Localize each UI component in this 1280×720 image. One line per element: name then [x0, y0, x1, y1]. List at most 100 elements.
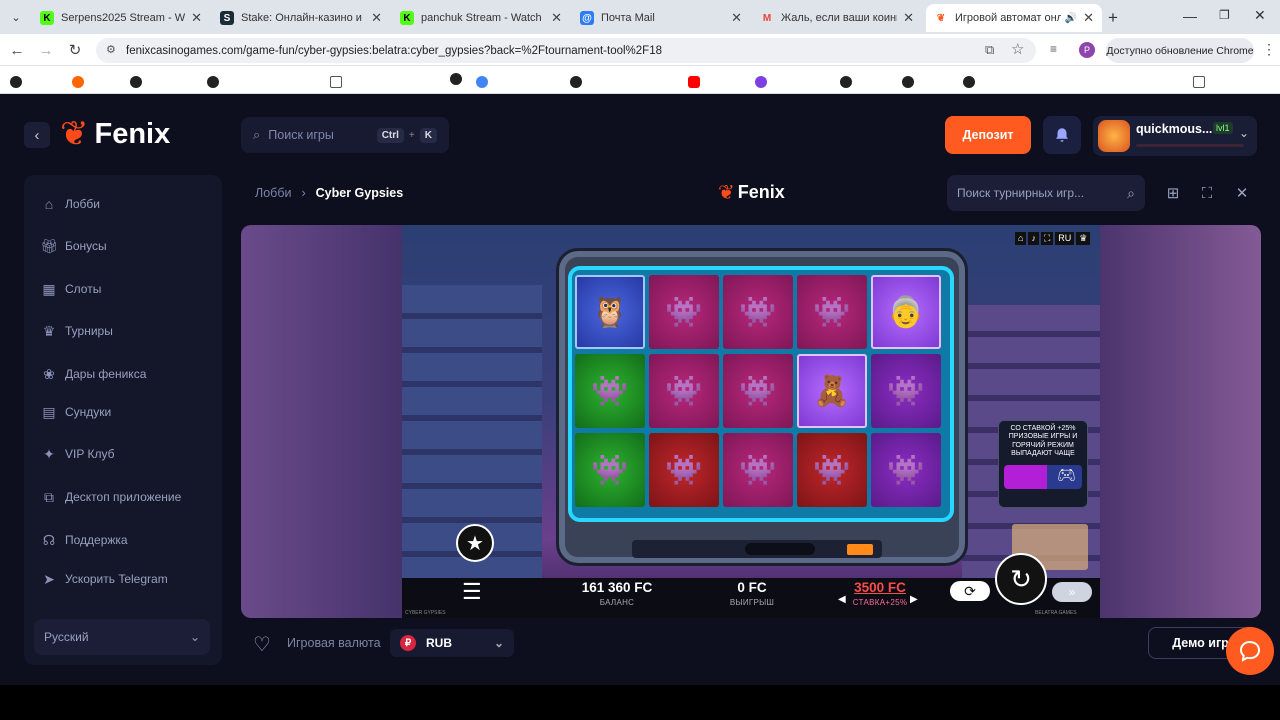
profile-avatar[interactable]: P: [1079, 42, 1095, 58]
fullscreen-icon[interactable]: ⛶: [1040, 232, 1054, 245]
symbol-owl: 🦉: [575, 275, 645, 349]
close-icon[interactable]: ✕: [1226, 179, 1258, 207]
game-search-input[interactable]: ⌕ Поиск игры Ctrl + K: [241, 117, 449, 153]
indicator-lights: [745, 543, 815, 555]
autoplay-button[interactable]: ⟳: [950, 581, 990, 601]
close-icon[interactable]: ✕: [551, 10, 562, 26]
grid-view-icon[interactable]: ⊞: [1157, 179, 1189, 207]
site-icon: [450, 73, 462, 85]
fenix-icon: ❦: [936, 12, 946, 24]
forward-icon[interactable]: →: [36, 40, 56, 60]
chrome-update-button[interactable]: Доступно обновление Chrome: [1106, 38, 1254, 63]
bookmark-item[interactable]: Яндекс: [840, 73, 911, 91]
chevron-down-icon: ⌄: [493, 636, 504, 650]
collapse-sidebar-button[interactable]: ‹: [24, 122, 50, 148]
sidebar-item-slots[interactable]: ▦ Слоты: [40, 278, 101, 300]
sound-icon[interactable]: 🔊: [1065, 13, 1077, 24]
sound-icon[interactable]: ♪: [1028, 232, 1039, 245]
close-icon[interactable]: ✕: [1083, 10, 1094, 26]
browser-tab[interactable]: @ Почта Mail ✕: [572, 4, 750, 32]
close-icon[interactable]: ✕: [191, 10, 202, 26]
language-select[interactable]: Русский ⌄: [34, 619, 210, 655]
currency-select[interactable]: ₽ RUB ⌄: [390, 629, 514, 657]
deposit-button[interactable]: Депозит: [945, 116, 1031, 154]
new-tab-button[interactable]: +: [1108, 8, 1118, 28]
center-fenix-logo: ❦ Fenix: [718, 180, 785, 205]
sidebar-item-bonuses[interactable]: 🎁︎ Бонусы: [40, 235, 107, 257]
bookmark-star-icon[interactable]: ☆: [1011, 40, 1024, 58]
browser-tab[interactable]: K panchuk Stream - Watch Live ✕: [392, 4, 570, 32]
reload-icon[interactable]: ↻: [65, 40, 85, 60]
menu-icon[interactable]: ☰: [462, 581, 482, 603]
kick-icon: K: [40, 11, 54, 25]
chrome-menu-icon[interactable]: ⋮: [1262, 41, 1276, 58]
site-info-icon[interactable]: ⚙: [106, 43, 116, 56]
username: quickmous...: [1136, 122, 1213, 136]
turbo-button[interactable]: »: [1052, 582, 1092, 602]
win-label: ВЫИГРЫШ: [729, 598, 775, 607]
tab-title: Жаль, если ваши коины: [781, 12, 898, 24]
back-icon[interactable]: ←: [7, 40, 27, 60]
sidebar-item-tournaments[interactable]: ♛ Турниры: [40, 320, 113, 342]
breadcrumb-lobby[interactable]: Лобби: [255, 186, 291, 200]
restore-button[interactable]: ❐: [1219, 8, 1230, 22]
browser-tab[interactable]: K Serpens2025 Stream - Watch ✕: [32, 4, 210, 32]
spin-button[interactable]: ↻: [995, 553, 1047, 605]
bookmark-item[interactable]: Почта: [72, 73, 133, 91]
media-controls-icon[interactable]: ≡: [1050, 42, 1057, 56]
browser-tab-active[interactable]: ❦ Игровой автомат онла 🔊 ✕: [926, 4, 1102, 32]
breadcrumb-current: Cyber Gypsies: [315, 186, 404, 200]
symbol-alien-orange: 👾: [649, 433, 719, 507]
notifications-button[interactable]: [1043, 116, 1081, 154]
bet-increase-button[interactable]: ▶: [910, 594, 918, 605]
avatar: [1098, 120, 1130, 152]
bet-boost-promo[interactable]: СО СТАВКОЙ +25% ПРИЗОВЫЕ ИГРЫ И ГОРЯЧИЙ …: [998, 420, 1088, 508]
sidebar-item-support[interactable]: ☊ Поддержка: [40, 529, 128, 551]
symbol-grandma: 👵: [871, 275, 941, 349]
sidebar-item-label: Слоты: [65, 282, 102, 296]
fullscreen-icon[interactable]: ⛶: [1191, 179, 1223, 207]
site-icon: [570, 76, 582, 88]
fenix-logo[interactable]: ❦ Fenix: [60, 114, 170, 154]
search-icon: ⌕: [1127, 184, 1135, 201]
mail-icon: @: [580, 11, 594, 25]
all-bookmarks-folder[interactable]: Все закладки: [1193, 73, 1280, 91]
url-field[interactable]: ⚙ fenixcasinogames.com/game-fun/cyber-gy…: [96, 38, 1036, 63]
bookmark-item[interactable]: Яндекс: [10, 73, 81, 91]
user-menu[interactable]: quickmous... lvl1 ⌄: [1093, 116, 1257, 156]
favorite-heart-button[interactable]: ♡: [253, 632, 271, 657]
sidebar-item-desktop-app[interactable]: ⧉ Десктоп приложение: [40, 486, 181, 508]
tab-list-button[interactable]: ⌄: [6, 8, 26, 26]
sidebar-item-vip[interactable]: ✦ VIP Клуб: [40, 443, 114, 465]
close-icon[interactable]: ✕: [903, 10, 914, 26]
phoenix-icon: ❦: [718, 182, 735, 204]
close-icon[interactable]: ✕: [371, 10, 382, 26]
bookmark-label: Яндекс Маркет: [980, 73, 1093, 90]
sidebar-item-telegram[interactable]: ➤ Ускорить Telegram: [40, 568, 168, 590]
close-window-button[interactable]: ✕: [1254, 7, 1266, 24]
sidebar-item-lobby[interactable]: ⌂ Лобби: [40, 193, 100, 215]
minimize-button[interactable]: —: [1183, 8, 1197, 24]
browser-tab[interactable]: S Stake: Онлайн-казино и ста ✕: [212, 4, 390, 32]
sidebar-item-label: Турниры: [65, 324, 113, 338]
language-badge[interactable]: RU: [1055, 232, 1075, 245]
favorite-star-button[interactable]: ★: [456, 524, 494, 562]
headset-icon: ☊: [42, 531, 56, 548]
boost-toggle[interactable]: 🎮︎: [1004, 464, 1082, 489]
trophy-icon[interactable]: ♛: [1076, 232, 1091, 245]
tournament-search-input[interactable]: Поиск турнирных игр... ⌕: [947, 175, 1145, 211]
support-chat-button[interactable]: [1226, 627, 1274, 675]
home-icon[interactable]: ⌂: [1015, 232, 1027, 245]
symbol-alien-violet: 👾: [871, 354, 941, 428]
level-badge: lvl1: [1213, 122, 1233, 134]
orange-button: [847, 544, 873, 555]
install-icon[interactable]: ⧉: [985, 42, 994, 58]
sidebar-item-chests[interactable]: ▤ Сундуки: [40, 401, 111, 423]
browser-tab[interactable]: M Жаль, если ваши коины ✕: [752, 4, 922, 32]
sidebar-item-phoenix-gifts[interactable]: ❀ Дары феникса: [40, 363, 146, 385]
close-icon[interactable]: ✕: [731, 10, 742, 26]
url-text: fenixcasinogames.com/game-fun/cyber-gyps…: [126, 44, 662, 57]
bookmark-item[interactable]: Яндекс Маркет: [963, 73, 1092, 91]
chevron-down-icon: ⌄: [189, 630, 200, 644]
bookmark-item[interactable]: [450, 73, 467, 85]
